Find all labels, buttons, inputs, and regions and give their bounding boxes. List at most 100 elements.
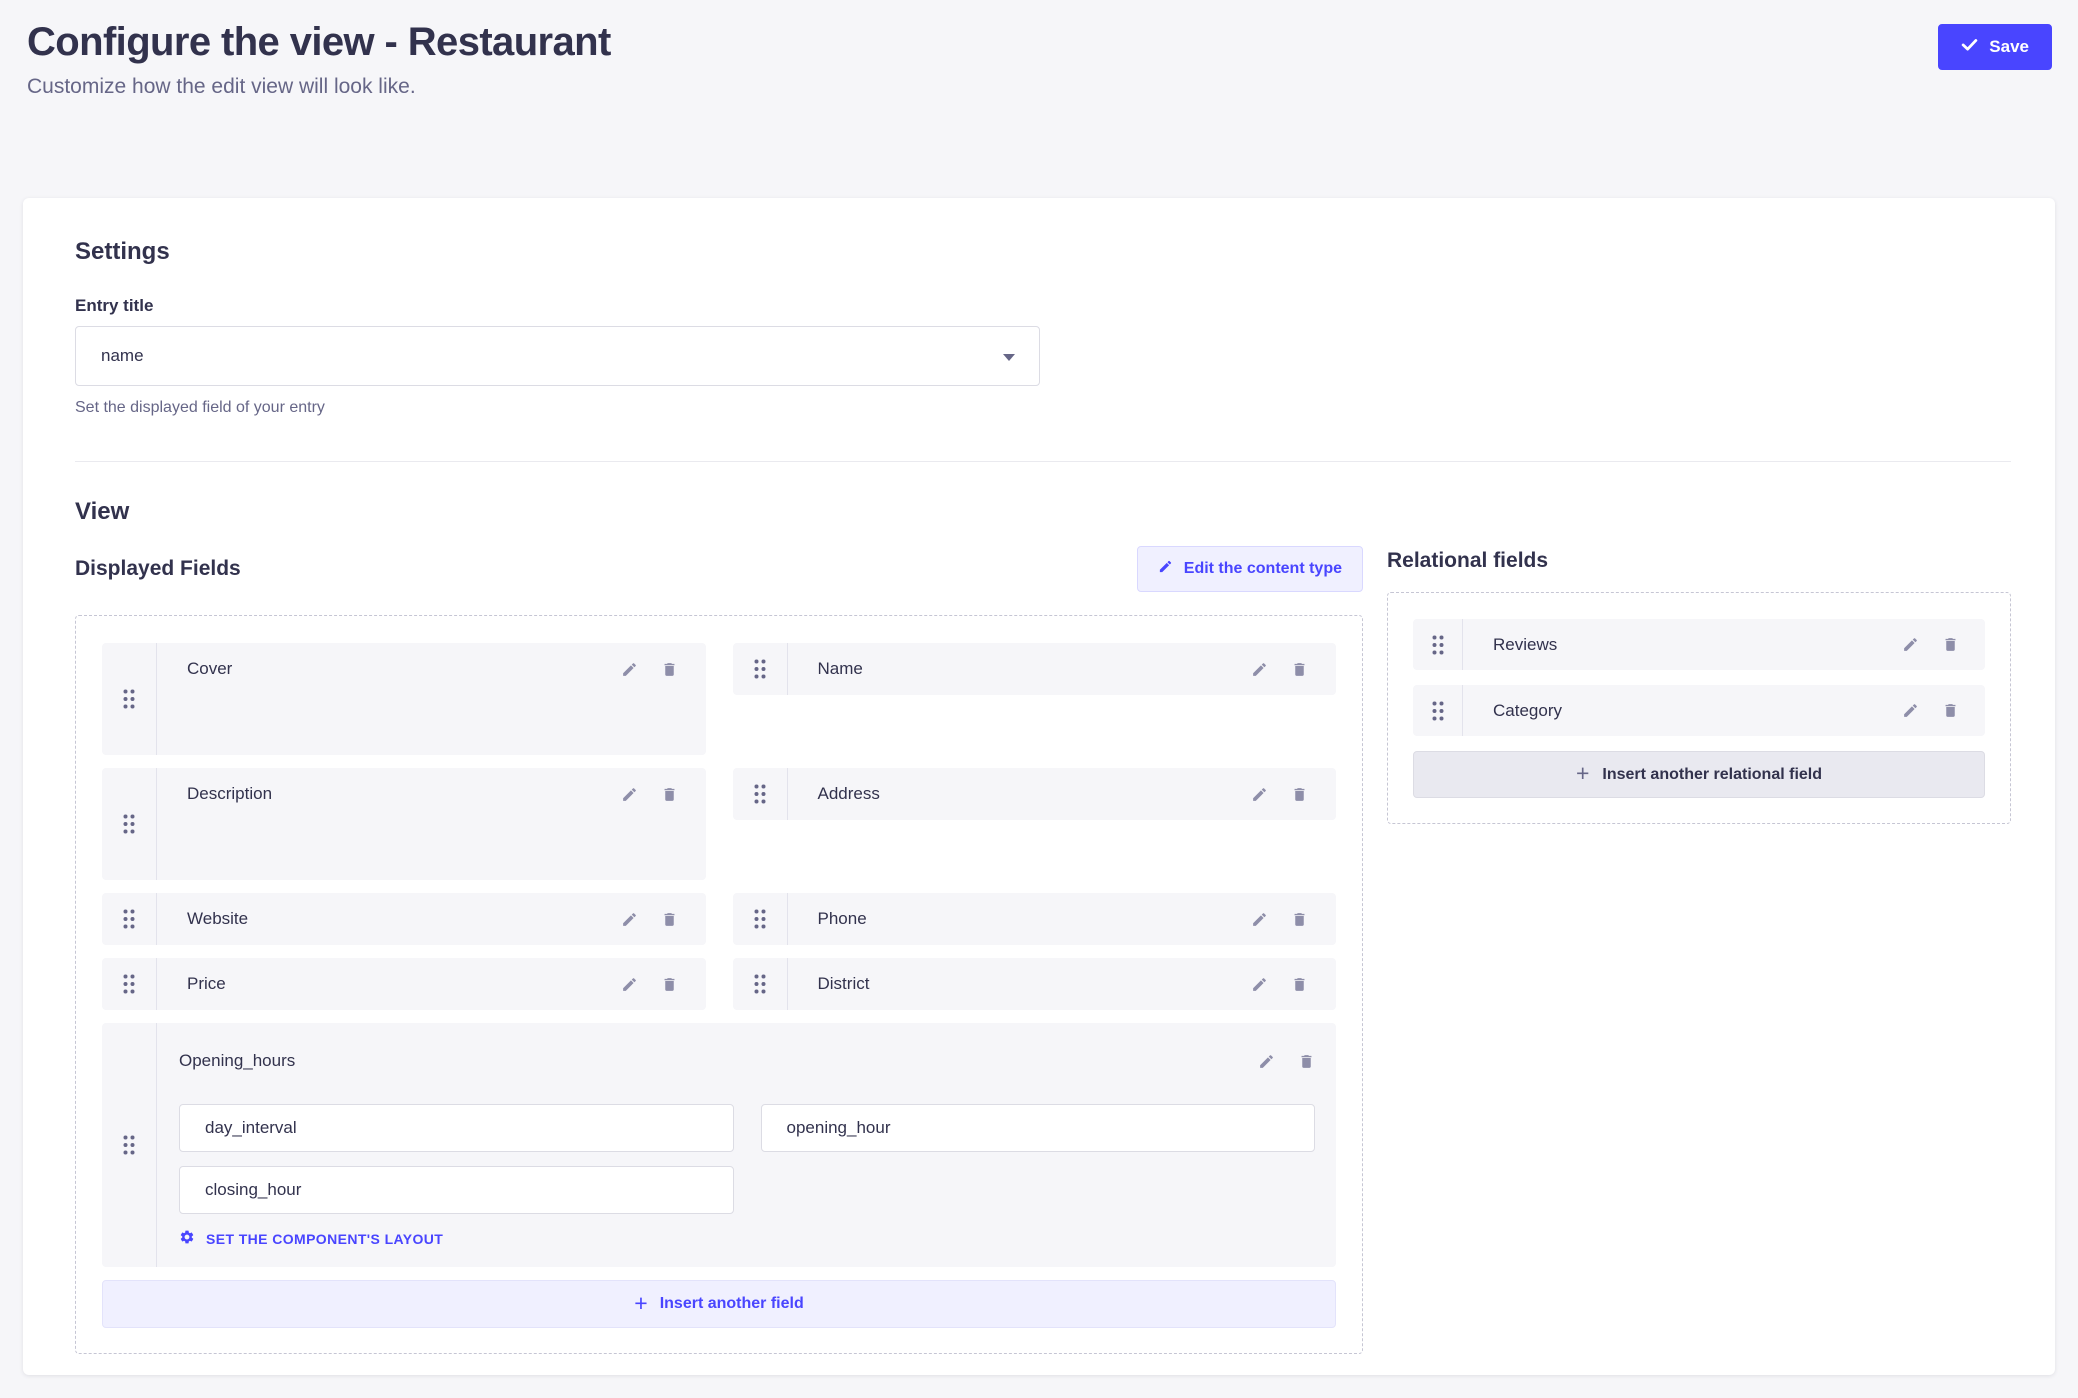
field-card-cover: Cover [102,643,706,755]
drag-handle-icon[interactable] [733,768,788,820]
displayed-fields-column: Displayed Fields Edit the content type [75,546,1363,1354]
field-card-body: Category [1463,685,1985,736]
edit-field-button[interactable] [1258,1053,1275,1070]
component-subfield-day-interval: day_interval [179,1104,734,1152]
section-divider [75,461,2011,462]
field-card-body: Description [157,768,706,820]
field-card-description: Description [102,768,706,880]
drag-handle-icon[interactable] [733,893,788,945]
drag-handle-icon[interactable] [102,958,157,1010]
drag-handle-icon[interactable] [102,893,157,945]
field-card-body: Reviews [1463,619,1985,670]
drag-handle-icon[interactable] [733,643,788,695]
delete-field-button[interactable] [661,661,678,678]
relational-card-category: Category [1413,685,1985,736]
delete-field-button[interactable] [1291,661,1308,678]
displayed-fields-header: Displayed Fields Edit the content type [75,546,1363,592]
save-button[interactable]: Save [1938,24,2052,70]
relational-fields-column: Relational fields Reviews [1387,546,2011,1354]
trash-icon [661,976,678,993]
drag-handle-icon[interactable] [102,768,157,880]
page-header: Configure the view - Restaurant Customiz… [0,0,2078,198]
drag-handle-icon[interactable] [733,958,788,1010]
drag-handle-icon[interactable] [102,643,157,755]
delete-field-button[interactable] [1942,636,1959,653]
delete-field-button[interactable] [1298,1053,1315,1070]
delete-field-button[interactable] [1291,976,1308,993]
pencil-icon [621,911,638,928]
field-card-body: Name [788,643,1337,695]
trash-icon [661,911,678,928]
component-subfield-opening-hour: opening_hour [761,1104,1316,1152]
set-component-layout-button[interactable]: SET THE COMPONENT'S LAYOUT [179,1229,443,1248]
delete-field-button[interactable] [1291,911,1308,928]
pencil-icon [1902,636,1919,653]
view-layout-row: Displayed Fields Edit the content type [75,546,2011,1354]
edit-field-button[interactable] [1251,661,1268,678]
field-card-label: Phone [818,909,1252,929]
component-label: Opening_hours [179,1051,295,1071]
fields-grid: Cover Name [102,643,1336,1328]
field-card-label: District [818,974,1252,994]
insert-relational-field-button[interactable]: + Insert another relational field [1413,751,1985,798]
drag-handle-icon[interactable] [102,1023,157,1267]
drag-handle-icon[interactable] [1413,685,1463,736]
entry-title-help: Set the displayed field of your entry [75,399,2011,417]
field-card-actions [621,911,678,928]
field-card-label: Cover [187,659,621,679]
trash-icon [1942,702,1959,719]
trash-icon [1942,636,1959,653]
component-card-opening-hours: Opening_hours day_interval opening_hour … [102,1023,1336,1267]
field-card-body: Cover [157,643,706,695]
delete-field-button[interactable] [661,786,678,803]
edit-field-button[interactable] [1251,976,1268,993]
pencil-icon [1251,661,1268,678]
field-card-label: Website [187,909,621,929]
field-card-name: Name [733,643,1337,695]
edit-field-button[interactable] [621,661,638,678]
set-component-layout-label: SET THE COMPONENT'S LAYOUT [206,1231,443,1247]
pencil-icon [1258,1053,1275,1070]
delete-field-button[interactable] [1291,786,1308,803]
edit-field-button[interactable] [621,786,638,803]
delete-field-button[interactable] [661,911,678,928]
view-section-title: View [75,498,2011,526]
pencil-icon [621,786,638,803]
edit-field-button[interactable] [1251,786,1268,803]
edit-field-button[interactable] [1902,702,1919,719]
insert-field-button[interactable]: + Insert another field [102,1280,1336,1328]
edit-field-button[interactable] [621,911,638,928]
edit-field-button[interactable] [1902,636,1919,653]
save-button-label: Save [1989,37,2029,57]
pencil-icon [621,661,638,678]
field-card-label: Description [187,784,621,804]
delete-field-button[interactable] [1942,702,1959,719]
field-card-actions [1251,661,1308,678]
gear-icon [179,1229,195,1248]
field-card-price: Price [102,958,706,1010]
field-card-district: District [733,958,1337,1010]
chevron-down-icon [1003,354,1015,361]
trash-icon [661,786,678,803]
trash-icon [1298,1053,1315,1070]
pencil-icon [1902,702,1919,719]
edit-field-button[interactable] [1251,911,1268,928]
relational-fields-label: Relational fields [1387,549,2011,573]
field-card-label: Name [818,659,1252,679]
edit-content-type-button[interactable]: Edit the content type [1137,546,1363,592]
field-card-website: Website [102,893,706,945]
edit-field-button[interactable] [621,976,638,993]
entry-title-select[interactable]: name [75,326,1040,386]
page-subtitle: Customize how the edit view will look li… [27,75,2052,99]
relational-card-reviews: Reviews [1413,619,1985,670]
trash-icon [1291,911,1308,928]
entry-title-value: name [101,346,144,366]
component-header: Opening_hours [179,1039,1315,1083]
pencil-icon [1251,786,1268,803]
check-icon [1961,36,1978,58]
trash-icon [1291,786,1308,803]
delete-field-button[interactable] [661,976,678,993]
insert-field-label: Insert another field [660,1295,804,1313]
displayed-fields-dropzone: Cover Name [75,615,1363,1354]
drag-handle-icon[interactable] [1413,619,1463,670]
